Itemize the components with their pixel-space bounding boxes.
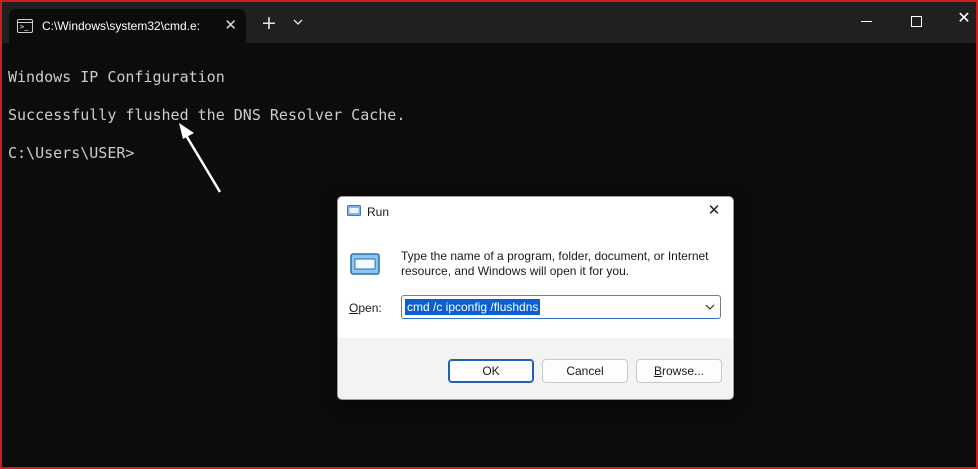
tab-close-icon[interactable]: ✕ bbox=[224, 17, 237, 33]
new-tab-button[interactable]: + bbox=[261, 13, 277, 33]
dialog-close-icon[interactable]: ✕ bbox=[703, 201, 725, 223]
pointer-arrow bbox=[179, 123, 222, 193]
chevron-down-icon[interactable] bbox=[705, 303, 715, 311]
run-icon bbox=[350, 253, 380, 275]
cancel-button[interactable]: Cancel bbox=[542, 359, 628, 383]
close-icon[interactable]: ✕ bbox=[951, 8, 977, 34]
open-input-value[interactable]: cmd /c ipconfig /flushdns bbox=[405, 299, 541, 315]
console-line: Windows IP Configuration bbox=[8, 68, 225, 86]
run-icon bbox=[347, 205, 361, 216]
ok-button[interactable]: OK bbox=[448, 359, 534, 383]
console-icon: >_ bbox=[17, 19, 33, 33]
scrollbar[interactable] bbox=[969, 56, 972, 456]
run-dialog: Run ✕ Type the name of a program, folder… bbox=[337, 196, 734, 400]
dialog-description: Type the name of a program, folder, docu… bbox=[401, 249, 709, 278]
dialog-title-bar: Run ✕ bbox=[338, 197, 733, 227]
tab-cmd[interactable]: >_ C:\Windows\system32\cmd.e: ✕ bbox=[9, 9, 246, 43]
chevron-down-icon[interactable] bbox=[292, 16, 304, 28]
console-prompt: C:\Users\USER> bbox=[8, 144, 135, 162]
browse-button[interactable]: Browse... bbox=[636, 359, 722, 383]
dialog-title: Run bbox=[367, 205, 390, 219]
title-bar: >_ C:\Windows\system32\cmd.e: ✕ + ✕ bbox=[0, 0, 978, 43]
tab-title: C:\Windows\system32\cmd.e: bbox=[42, 19, 201, 33]
open-label: Open: bbox=[349, 301, 382, 315]
minimize-icon[interactable] bbox=[853, 8, 879, 34]
open-input[interactable]: cmd /c ipconfig /flushdns bbox=[401, 295, 721, 319]
maximize-icon[interactable] bbox=[903, 8, 929, 34]
